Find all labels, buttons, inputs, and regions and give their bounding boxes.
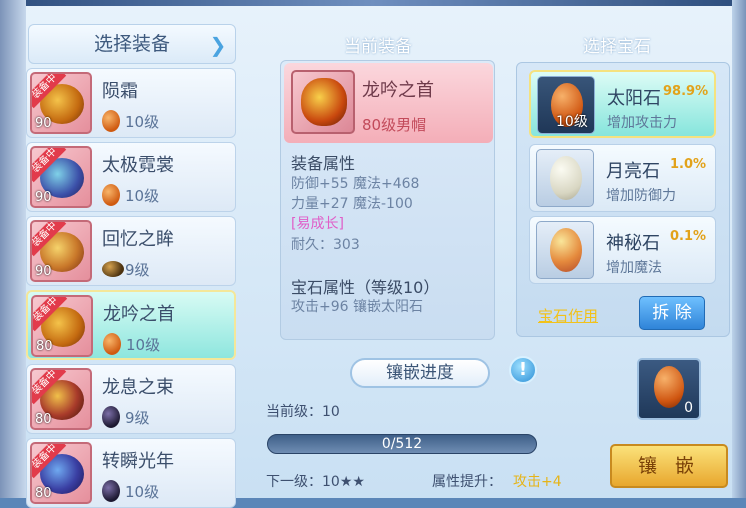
current-level: 当前级：10 — [266, 404, 340, 420]
equipment-list-title: 选择装备 — [93, 33, 170, 55]
inlay-button[interactable]: 镶 嵌 — [610, 444, 728, 488]
gem-grade: 10级 — [126, 336, 161, 354]
growth-label: [易成长] — [291, 216, 344, 232]
gem-level: 10级 — [556, 114, 588, 130]
gem-icon-frame — [536, 149, 594, 207]
gem-icon-frame: 10级 — [537, 76, 595, 134]
gem-name: 月亮石 — [606, 161, 660, 182]
equipment-attr-line: 防御+55 魔法+468 — [291, 176, 420, 192]
equipment-icon: 装备中 90 — [30, 72, 92, 134]
equipment-icon: 装备中 80 — [31, 295, 93, 357]
gem-name: 太阳石 — [607, 88, 661, 109]
inlay-progress-tab[interactable]: 镶嵌进度 — [350, 358, 490, 388]
durability-label: 耐久：303 — [291, 237, 360, 253]
gem-grade: 9级 — [125, 409, 150, 427]
equipment-level: 80 — [35, 412, 52, 427]
equipment-name: 太极霓裳 — [102, 155, 174, 176]
equipment-name: 龙吟之首 — [103, 304, 175, 325]
equipment-icon: 装备中 90 — [30, 220, 92, 282]
gem-icon — [103, 333, 121, 355]
gem-attr-header: 宝石属性（等级10） — [291, 278, 440, 297]
gem-grade: 10级 — [125, 483, 160, 501]
equipment-icon: 装备中 80 — [30, 442, 92, 504]
gem-item-selected[interactable]: 10级 太阳石 98.9% 增加攻击力 — [529, 70, 716, 138]
gem-description: 增加攻击力 — [607, 115, 677, 131]
remove-button[interactable]: 拆 除 — [639, 296, 705, 330]
equipment-level: 80 — [35, 486, 52, 501]
equipment-level: 90 — [35, 116, 52, 131]
gem-icon-frame — [536, 221, 594, 279]
gem-count: 0 — [684, 400, 693, 416]
select-gem-title: 选择宝石 — [583, 37, 651, 57]
equipment-attr-line: 力量+27 魔法-100 — [291, 196, 413, 212]
gem-icon — [102, 261, 124, 277]
gem-icon — [102, 110, 120, 132]
attribute-boost-value: 攻击+4 — [513, 474, 562, 490]
gem-name: 神秘石 — [606, 233, 660, 254]
equipment-name: 回忆之眸 — [102, 229, 174, 250]
gem-percent: 0.1% — [670, 229, 707, 244]
equipment-list-header[interactable]: 选择装备 ❯ — [28, 24, 236, 64]
current-equipment-icon — [291, 70, 355, 134]
gem-percent: 1.0% — [670, 157, 707, 172]
equipment-item-selected[interactable]: 装备中 80 龙吟之首 10级 — [26, 290, 236, 360]
gem-slot[interactable]: 0 — [637, 358, 701, 420]
gem-grade: 10级 — [125, 113, 160, 131]
progress-text: 0/512 — [381, 436, 423, 452]
equipment-level: 90 — [35, 190, 52, 205]
equipment-item[interactable]: 装备中 90 太极霓裳 10级 — [26, 142, 236, 212]
equipment-item[interactable]: 装备中 80 龙息之束 9级 — [26, 364, 236, 434]
current-equipment-name: 龙吟之首 — [362, 80, 434, 101]
equipment-list-panel: 选择装备 ❯ 装备中 90 陨霜 10级 装备中 90 太极霓裳 10级 装备中… — [26, 20, 238, 508]
next-level: 下一级：10★★ — [266, 474, 365, 490]
equipment-name: 转瞬光年 — [102, 451, 174, 472]
gem-percent: 98.9% — [663, 84, 709, 99]
equipment-name: 陨霜 — [102, 81, 138, 102]
right-decoration — [732, 0, 746, 498]
equipment-item[interactable]: 装备中 90 陨霜 10级 — [26, 68, 236, 138]
gem-grade: 10级 — [125, 187, 160, 205]
equipment-icon: 装备中 90 — [30, 146, 92, 208]
gem-item[interactable]: 月亮石 1.0% 增加防御力 — [529, 144, 716, 212]
gem-icon — [102, 184, 120, 206]
gem-item[interactable]: 神秘石 0.1% 增加魔法 — [529, 216, 716, 284]
info-icon[interactable]: ! — [509, 356, 537, 384]
gem-description: 增加防御力 — [606, 188, 676, 204]
gem-effect-link[interactable]: 宝石作用 — [538, 305, 598, 326]
mystery-stone-icon — [550, 228, 582, 272]
attribute-boost-label: 属性提升： — [432, 474, 502, 490]
equipment-name: 龙息之束 — [102, 377, 174, 398]
arrow-right-icon[interactable]: ❯ — [207, 34, 229, 56]
current-equipment-title: 当前装备 — [344, 37, 412, 57]
equipment-item[interactable]: 装备中 90 回忆之眸 9级 — [26, 216, 236, 286]
equipment-level: 80 — [36, 339, 53, 354]
helmet-icon — [301, 78, 347, 126]
moon-stone-icon — [550, 156, 582, 200]
equipment-icon: 装备中 80 — [30, 368, 92, 430]
left-decoration — [0, 0, 26, 498]
equipment-attr-header: 装备属性 — [291, 154, 356, 173]
gem-description: 增加魔法 — [606, 260, 662, 276]
equipment-level: 90 — [35, 264, 52, 279]
gem-icon — [102, 406, 120, 428]
inlay-progress-bar: 0/512 — [267, 434, 537, 454]
gem-attr-line: 攻击+96 镶嵌太阳石 — [291, 299, 423, 315]
current-equipment-type: 80级男帽 — [362, 116, 427, 134]
top-decoration — [0, 0, 746, 6]
gem-icon — [102, 480, 120, 502]
gem-grade: 9级 — [125, 261, 150, 279]
sun-stone-icon — [654, 366, 684, 408]
